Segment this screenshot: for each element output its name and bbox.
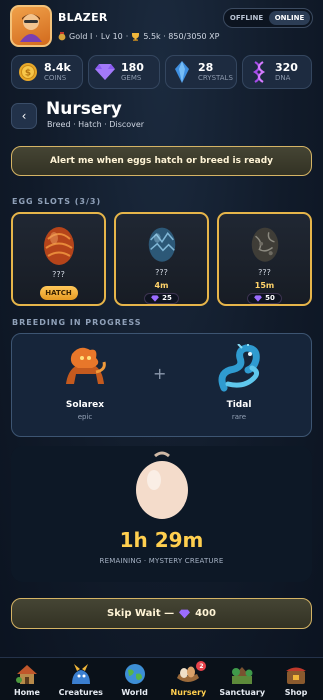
- nav-label: Creatures: [58, 688, 103, 697]
- breeding-timer-caption: REMAINING · MYSTERY CREATURE: [99, 557, 224, 565]
- egg-name: ???: [258, 267, 271, 277]
- shop-icon: [286, 667, 307, 684]
- nav-creatures[interactable]: Creatures: [54, 658, 108, 700]
- parent-name: Solarex: [65, 400, 105, 410]
- egg-name: ???: [52, 270, 65, 279]
- gems-label: GEMS: [121, 73, 142, 82]
- mystery-egg-icon: [136, 451, 188, 519]
- gem-icon: [254, 295, 263, 302]
- fire-egg-icon: [43, 227, 74, 265]
- nav-world[interactable]: World: [108, 658, 162, 700]
- mode-offline-option[interactable]: OFFLINE: [226, 11, 267, 25]
- speedup-cost-pill[interactable]: 25: [144, 292, 179, 304]
- dna-value: 320: [275, 60, 298, 74]
- egg-name: ???: [155, 267, 168, 277]
- dna-counter[interactable]: 320 DNA: [242, 55, 312, 89]
- coins-label: COINS: [44, 73, 67, 82]
- skip-wait-cost: 400: [195, 608, 216, 619]
- mode-online-option[interactable]: ONLINE: [269, 11, 310, 25]
- home-icon: [15, 665, 37, 684]
- nav-label: Home: [13, 688, 40, 697]
- fire-lion-icon: [66, 347, 106, 384]
- sanctuary-icon: [232, 667, 253, 684]
- stat-separator: ·: [125, 32, 129, 41]
- trophy-icon: [132, 33, 140, 41]
- plus-icon: +: [153, 364, 167, 383]
- svg-text:$: $: [25, 69, 31, 79]
- dna-icon: [248, 61, 270, 83]
- water-egg-icon: [148, 227, 175, 262]
- player-level: Lv 10: [100, 32, 123, 41]
- skip-wait-button[interactable]: Skip Wait — 400: [11, 598, 312, 629]
- crystals-value: 28: [198, 60, 214, 74]
- speedup-cost: 25: [162, 294, 172, 303]
- nav-label: Shop: [284, 688, 308, 697]
- creatures-icon: [71, 664, 90, 684]
- nav-sanctuary[interactable]: Sanctuary: [215, 658, 269, 700]
- coins-value: 8.4k: [44, 60, 71, 74]
- page-subtitle: Breed · Hatch · Discover: [47, 120, 145, 129]
- breeding-label: BREEDING IN PROGRESS: [12, 318, 142, 327]
- gem-icon: [179, 609, 191, 618]
- breeding-parent-tidal[interactable]: Tidal rare: [194, 344, 284, 421]
- speedup-cost-pill[interactable]: 50: [247, 292, 282, 304]
- breeding-timer: 1h 29m: [119, 528, 204, 552]
- gems-value: 180: [121, 60, 144, 74]
- nav-shop[interactable]: Shop: [269, 658, 323, 700]
- player-name: BLAZER: [58, 11, 108, 24]
- breeding-panel: Solarex epic + Tidal rare: [11, 333, 312, 437]
- page-title: Nursery: [46, 99, 122, 119]
- player-rank: Gold I: [69, 32, 93, 41]
- chevron-left-icon: ‹: [21, 109, 27, 123]
- speedup-cost: 50: [265, 294, 275, 303]
- crystals-label: CRYSTALS: [198, 73, 233, 82]
- egg-slot-2[interactable]: ??? 4m 25: [114, 212, 209, 306]
- egg-slot-1[interactable]: ??? HATCH: [11, 212, 106, 306]
- mystery-egg-panel: 1h 29m REMAINING · MYSTERY CREATURE: [11, 446, 312, 582]
- bottom-navigation: Home Creatures World 2 Nursery Sanctuary…: [0, 657, 323, 700]
- coins-counter[interactable]: $ 8.4k COINS: [11, 55, 83, 89]
- egg-slots-label: EGG SLOTS (3/3): [12, 197, 102, 206]
- player-avatar[interactable]: [10, 5, 52, 47]
- hatch-alert-button[interactable]: Alert me when eggs hatch or breed is rea…: [11, 146, 312, 176]
- egg-timer: 15m: [254, 280, 275, 290]
- nav-label: Nursery: [170, 688, 207, 697]
- stat-separator: ·: [95, 32, 98, 41]
- egg-timer: 4m: [154, 280, 169, 290]
- crystals-counter[interactable]: 28 CRYSTALS: [165, 55, 237, 89]
- parent-name: Tidal: [226, 400, 252, 410]
- nav-label: World: [121, 688, 148, 697]
- stone-egg-icon: [251, 227, 278, 262]
- crystal-icon: [171, 61, 193, 83]
- nav-label: Sanctuary: [219, 688, 266, 697]
- hatch-button[interactable]: HATCH: [39, 286, 78, 300]
- parent-rarity: epic: [77, 413, 93, 421]
- egg-slot-3[interactable]: ??? 15m 50: [217, 212, 312, 306]
- online-mode-toggle[interactable]: OFFLINE ONLINE: [223, 8, 313, 28]
- nav-nursery[interactable]: 2 Nursery: [161, 658, 215, 700]
- player-xp: 5.5k · 850/3050 XP: [143, 32, 220, 41]
- water-dragon-icon: [218, 344, 260, 392]
- breeding-parent-solarex[interactable]: Solarex epic: [40, 344, 130, 421]
- player-stats: Gold I · Lv 10 · 5.5k · 850/3050 XP: [58, 32, 219, 41]
- avatar-character-icon: [20, 14, 42, 42]
- gem-icon: [94, 61, 116, 83]
- gem-icon: [151, 295, 160, 302]
- nav-home[interactable]: Home: [0, 658, 54, 700]
- coin-icon: $: [17, 61, 39, 83]
- back-button[interactable]: ‹: [11, 103, 37, 129]
- rank-medal-icon: [58, 32, 66, 41]
- parent-rarity: rare: [231, 413, 247, 421]
- world-icon: [124, 664, 145, 684]
- skip-wait-label: Skip Wait —: [107, 608, 175, 619]
- nursery-badge: 2: [196, 661, 207, 671]
- dna-label: DNA: [275, 73, 291, 82]
- gems-counter[interactable]: 180 GEMS: [88, 55, 160, 89]
